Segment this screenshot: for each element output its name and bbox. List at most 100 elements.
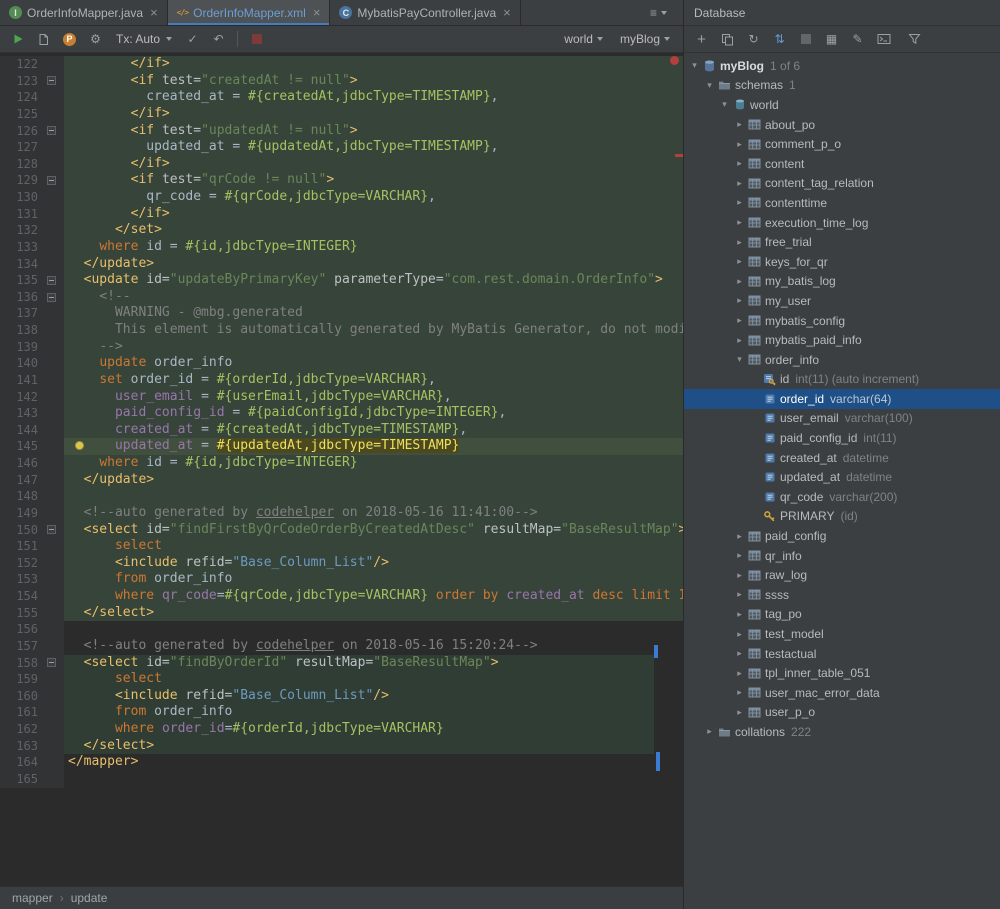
code-line[interactable]: 147 </update> — [0, 472, 683, 489]
db-tree-node[interactable]: ▸ssss — [684, 585, 1000, 605]
chevron-right-icon[interactable]: ▸ — [733, 276, 746, 287]
code-line[interactable]: 164</mapper> — [0, 754, 683, 771]
code-line[interactable]: 123 <if test="createdAt != null"> — [0, 73, 683, 90]
chevron-right-icon[interactable]: ▸ — [733, 256, 746, 267]
tx-mode-dropdown[interactable]: Tx: Auto — [109, 32, 179, 46]
db-tree-node[interactable]: ▸contenttime — [684, 193, 1000, 213]
fold-icon[interactable] — [47, 658, 56, 667]
code-line[interactable]: 136 <!-- — [0, 289, 683, 306]
db-tree-node[interactable]: ▸raw_log — [684, 565, 1000, 585]
chevron-right-icon[interactable]: ▸ — [733, 668, 746, 679]
open-table-icon[interactable]: ▦ — [819, 28, 844, 50]
code-line[interactable]: 132 </set> — [0, 222, 683, 239]
chevron-right-icon[interactable]: ▸ — [733, 335, 746, 346]
code-line[interactable]: 131 </if> — [0, 206, 683, 223]
chevron-right-icon[interactable]: ▸ — [733, 609, 746, 620]
database-panel-header[interactable]: Database — [684, 0, 1000, 26]
error-stripe-mark[interactable] — [675, 154, 683, 157]
chevron-down-icon[interactable]: ▾ — [718, 99, 731, 110]
wrench-icon[interactable]: ⚙ — [83, 28, 108, 50]
db-tree-node[interactable]: qr_codevarchar(200) — [684, 487, 1000, 507]
db-tree-node[interactable]: ▾order_info — [684, 350, 1000, 370]
tabs-menu-slot[interactable]: ≡ — [634, 0, 683, 25]
code-line[interactable]: 143 paid_config_id = #{paidConfigId,jdbc… — [0, 405, 683, 422]
code-line[interactable]: 137 WARNING - @mbg.generated — [0, 305, 683, 322]
breadcrumb-item[interactable]: mapper — [12, 891, 53, 905]
fold-icon[interactable] — [47, 525, 56, 534]
fold-icon[interactable] — [47, 76, 56, 85]
db-tree-node[interactable]: ▸mybatis_paid_info — [684, 330, 1000, 350]
close-tab-icon[interactable]: × — [150, 6, 158, 19]
chevron-right-icon[interactable]: ▸ — [733, 648, 746, 659]
code-line[interactable]: 152 <include refid="Base_Column_List"/> — [0, 555, 683, 572]
schema-selector[interactable]: world — [556, 32, 611, 46]
chevron-right-icon[interactable]: ▸ — [733, 139, 746, 150]
chevron-down-icon[interactable]: ▾ — [688, 60, 701, 71]
code-line[interactable]: 159 select — [0, 671, 683, 688]
close-tab-icon[interactable]: × — [503, 6, 511, 19]
db-tree-node[interactable]: ▸keys_for_qr — [684, 252, 1000, 272]
editor-tab[interactable]: CMybatisPayController.java× — [330, 0, 520, 25]
db-tree-node[interactable]: ▸test_model — [684, 624, 1000, 644]
chevron-right-icon[interactable]: ▸ — [733, 570, 746, 581]
code-line[interactable]: 146 where id = #{id,jdbcType=INTEGER} — [0, 455, 683, 472]
edit-icon[interactable]: ✎ — [845, 28, 870, 50]
code-line[interactable]: 151 select — [0, 538, 683, 555]
db-tree-node[interactable]: order_idvarchar(64) — [684, 389, 1000, 409]
code-line[interactable]: 161 from order_info — [0, 704, 683, 721]
fold-icon[interactable] — [47, 293, 56, 302]
chevron-right-icon[interactable]: ▸ — [733, 589, 746, 600]
p-badge-icon[interactable]: P — [57, 28, 82, 50]
chevron-right-icon[interactable]: ▸ — [703, 726, 716, 737]
code-line[interactable]: 122 </if> — [0, 56, 683, 73]
code-line[interactable]: 128 </if> — [0, 156, 683, 173]
fold-icon[interactable] — [47, 126, 56, 135]
chevron-right-icon[interactable]: ▸ — [733, 707, 746, 718]
db-tree-node[interactable]: ▾schemas1 — [684, 76, 1000, 96]
stop-icon[interactable] — [793, 28, 818, 50]
code-line[interactable]: 165 — [0, 771, 683, 788]
db-tree-node[interactable]: ▸execution_time_log — [684, 213, 1000, 233]
editor-tab[interactable]: IOrderInfoMapper.java× — [0, 0, 168, 25]
code-line[interactable]: 138 This element is automatically genera… — [0, 322, 683, 339]
db-tree-node[interactable]: idint(11) (auto increment) — [684, 370, 1000, 390]
chevron-right-icon[interactable]: ▸ — [733, 197, 746, 208]
db-tree-node[interactable]: ▸collations222 — [684, 722, 1000, 742]
code-line[interactable]: 163 </select> — [0, 738, 683, 755]
stop-red-icon[interactable] — [244, 28, 269, 50]
tabs-menu-icon[interactable]: ≡ — [646, 2, 671, 24]
chevron-right-icon[interactable]: ▸ — [733, 629, 746, 640]
chevron-down-icon[interactable]: ▾ — [733, 354, 746, 365]
db-tree-node[interactable]: ▸user_p_o — [684, 703, 1000, 723]
code-line[interactable]: 124 created_at = #{createdAt,jdbcType=TI… — [0, 89, 683, 106]
db-tree-node[interactable]: ▸tpl_inner_table_051 — [684, 663, 1000, 683]
db-tree-node[interactable]: PRIMARY(id) — [684, 507, 1000, 527]
code-line[interactable]: 125 </if> — [0, 106, 683, 123]
attach-icon[interactable] — [31, 28, 56, 50]
code-line[interactable]: 158 <select id="findByOrderId" resultMap… — [0, 655, 683, 672]
fold-icon[interactable] — [47, 176, 56, 185]
code-line[interactable]: 134 </update> — [0, 256, 683, 273]
code-line[interactable]: 157 <!--auto generated by codehelper on … — [0, 638, 683, 655]
refresh-icon[interactable]: ↻ — [741, 28, 766, 50]
code-line[interactable]: 156 — [0, 621, 683, 638]
code-line[interactable]: 153 from order_info — [0, 571, 683, 588]
chevron-right-icon[interactable]: ▸ — [733, 315, 746, 326]
code-line[interactable]: 130 qr_code = #{qrCode,jdbcType=VARCHAR}… — [0, 189, 683, 206]
code-line[interactable]: 141 set order_id = #{orderId,jdbcType=VA… — [0, 372, 683, 389]
chevron-right-icon[interactable]: ▸ — [733, 295, 746, 306]
code-line[interactable]: 127 updated_at = #{updatedAt,jdbcType=TI… — [0, 139, 683, 156]
code-editor[interactable]: 122 </if>123 <if test="createdAt != null… — [0, 53, 683, 886]
code-line[interactable]: 160 <include refid="Base_Column_List"/> — [0, 688, 683, 705]
code-line[interactable]: 148 — [0, 488, 683, 505]
db-tree-node[interactable]: ▾myBlog1 of 6 — [684, 56, 1000, 76]
db-tree-node[interactable]: paid_config_idint(11) — [684, 428, 1000, 448]
db-tree-node[interactable]: ▸content_tag_relation — [684, 174, 1000, 194]
db-tree-node[interactable]: ▸comment_p_o — [684, 134, 1000, 154]
submit-icon[interactable]: ⇅ — [767, 28, 792, 50]
code-line[interactable]: 145 updated_at = #{updatedAt,jdbcType=TI… — [0, 438, 683, 455]
db-tree-node[interactable]: ▸qr_info — [684, 546, 1000, 566]
db-tree-node[interactable]: ▸my_user — [684, 291, 1000, 311]
code-line[interactable]: 133 where id = #{id,jdbcType=INTEGER} — [0, 239, 683, 256]
code-line[interactable]: 139 --> — [0, 339, 683, 356]
